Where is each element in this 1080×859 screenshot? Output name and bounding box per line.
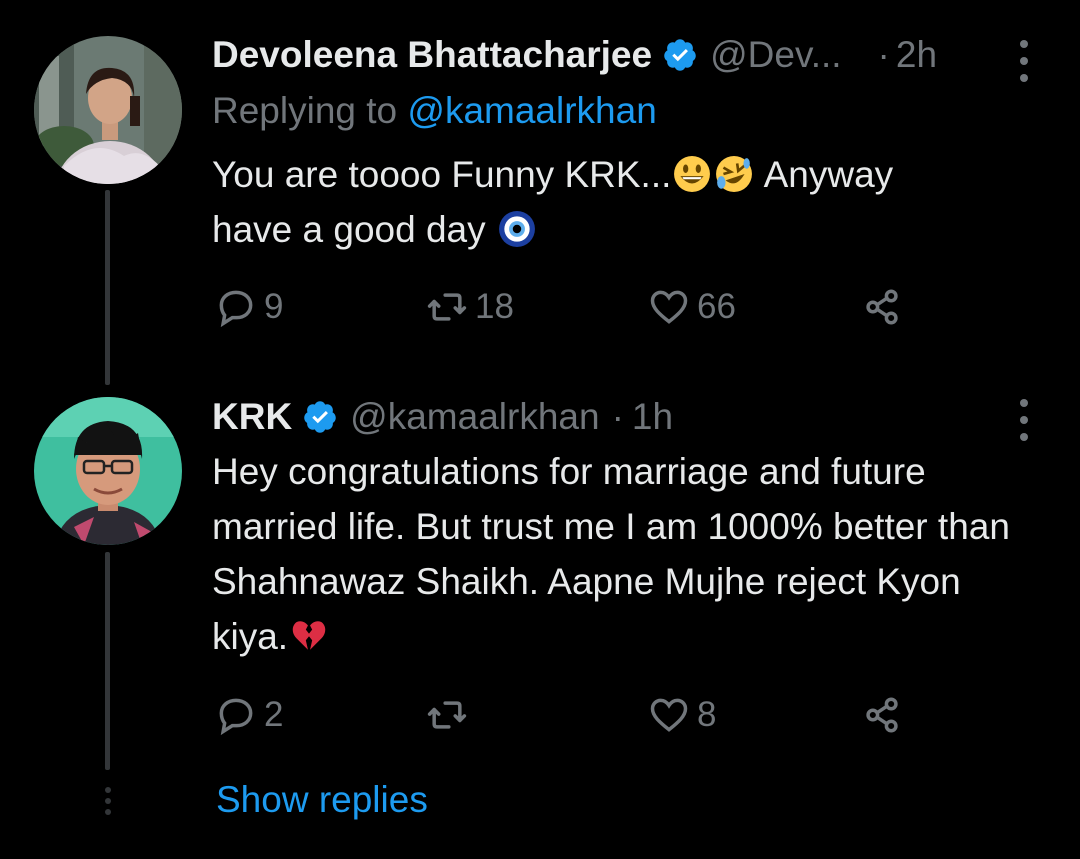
share-button[interactable] xyxy=(860,693,904,737)
heart-icon xyxy=(647,285,691,329)
retweet-icon xyxy=(425,693,469,737)
like-button[interactable]: 8 xyxy=(647,693,716,737)
more-dot xyxy=(1020,399,1028,407)
separator-dot: · xyxy=(877,34,890,75)
retweet-button[interactable] xyxy=(425,693,475,737)
tweet-text-line1: You are toooo Funny KRK... xyxy=(212,154,672,195)
share-icon xyxy=(860,693,904,737)
tweet-header: Devoleena Bhattacharjee @Dev... · 2h xyxy=(212,34,937,76)
tweet-text-line1-after: Anyway xyxy=(755,154,894,195)
rolling-laughing-emoji-icon xyxy=(715,155,753,193)
retweet-count: 18 xyxy=(475,287,514,326)
avatar-krk[interactable] xyxy=(34,397,182,545)
tweet-text: You are toooo Funny KRK... Anyway have a… xyxy=(212,147,1042,257)
timestamp[interactable]: 1h xyxy=(632,396,673,438)
more-options-button[interactable] xyxy=(1012,40,1036,82)
thread-dot xyxy=(105,787,111,793)
show-replies-link[interactable]: Show replies xyxy=(216,779,428,821)
avatar-devoleena[interactable] xyxy=(34,36,182,184)
nazar-amulet-emoji-icon xyxy=(498,210,536,248)
more-dot xyxy=(1020,40,1028,48)
handle[interactable]: @kamaalrkhan xyxy=(350,396,599,438)
replying-mention-link[interactable]: @kamaalrkhan xyxy=(407,90,656,131)
thread-line-top xyxy=(105,190,110,385)
reply-icon xyxy=(214,285,258,329)
display-name[interactable]: Devoleena Bhattacharjee xyxy=(212,34,652,76)
verified-badge-icon xyxy=(662,37,698,73)
reply-button[interactable]: 2 xyxy=(214,693,283,737)
handle[interactable]: @Dev... xyxy=(710,34,841,76)
more-replies-dots-icon xyxy=(103,787,113,815)
reply-count: 9 xyxy=(264,287,284,326)
more-dot xyxy=(1020,57,1028,65)
reply-count: 2 xyxy=(264,695,284,734)
share-button[interactable] xyxy=(860,285,904,329)
thread-line-bottom xyxy=(105,552,110,770)
broken-heart-emoji-icon xyxy=(290,617,328,655)
tweet-header: KRK @kamaalrkhan · 1h xyxy=(212,396,673,438)
thread-dot xyxy=(105,809,111,815)
tweet-text: Hey congratulations for marriage and fut… xyxy=(212,444,1032,664)
more-dot xyxy=(1020,433,1028,441)
verified-badge-icon xyxy=(302,399,338,435)
reply-icon xyxy=(214,693,258,737)
tweet-text-line2: have a good day xyxy=(212,209,496,250)
like-count: 8 xyxy=(697,695,717,734)
more-dot xyxy=(1020,416,1028,424)
more-options-button[interactable] xyxy=(1012,399,1036,441)
replying-to: Replying to @kamaalrkhan xyxy=(212,90,657,132)
like-count: 66 xyxy=(697,287,736,326)
grinning-face-emoji-icon xyxy=(673,155,711,193)
reply-button[interactable]: 9 xyxy=(214,285,283,329)
heart-icon xyxy=(647,693,691,737)
retweet-icon xyxy=(425,285,469,329)
like-button[interactable]: 66 xyxy=(647,285,736,329)
retweet-button[interactable]: 18 xyxy=(425,285,514,329)
timestamp[interactable]: 2h xyxy=(896,34,937,76)
thread-dot xyxy=(105,798,111,804)
tweet-text-body: Hey congratulations for marriage and fut… xyxy=(212,451,1010,657)
display-name[interactable]: KRK xyxy=(212,396,292,438)
replying-prefix: Replying to xyxy=(212,90,408,131)
more-dot xyxy=(1020,74,1028,82)
separator-dot: · xyxy=(611,396,624,437)
share-icon xyxy=(860,285,904,329)
